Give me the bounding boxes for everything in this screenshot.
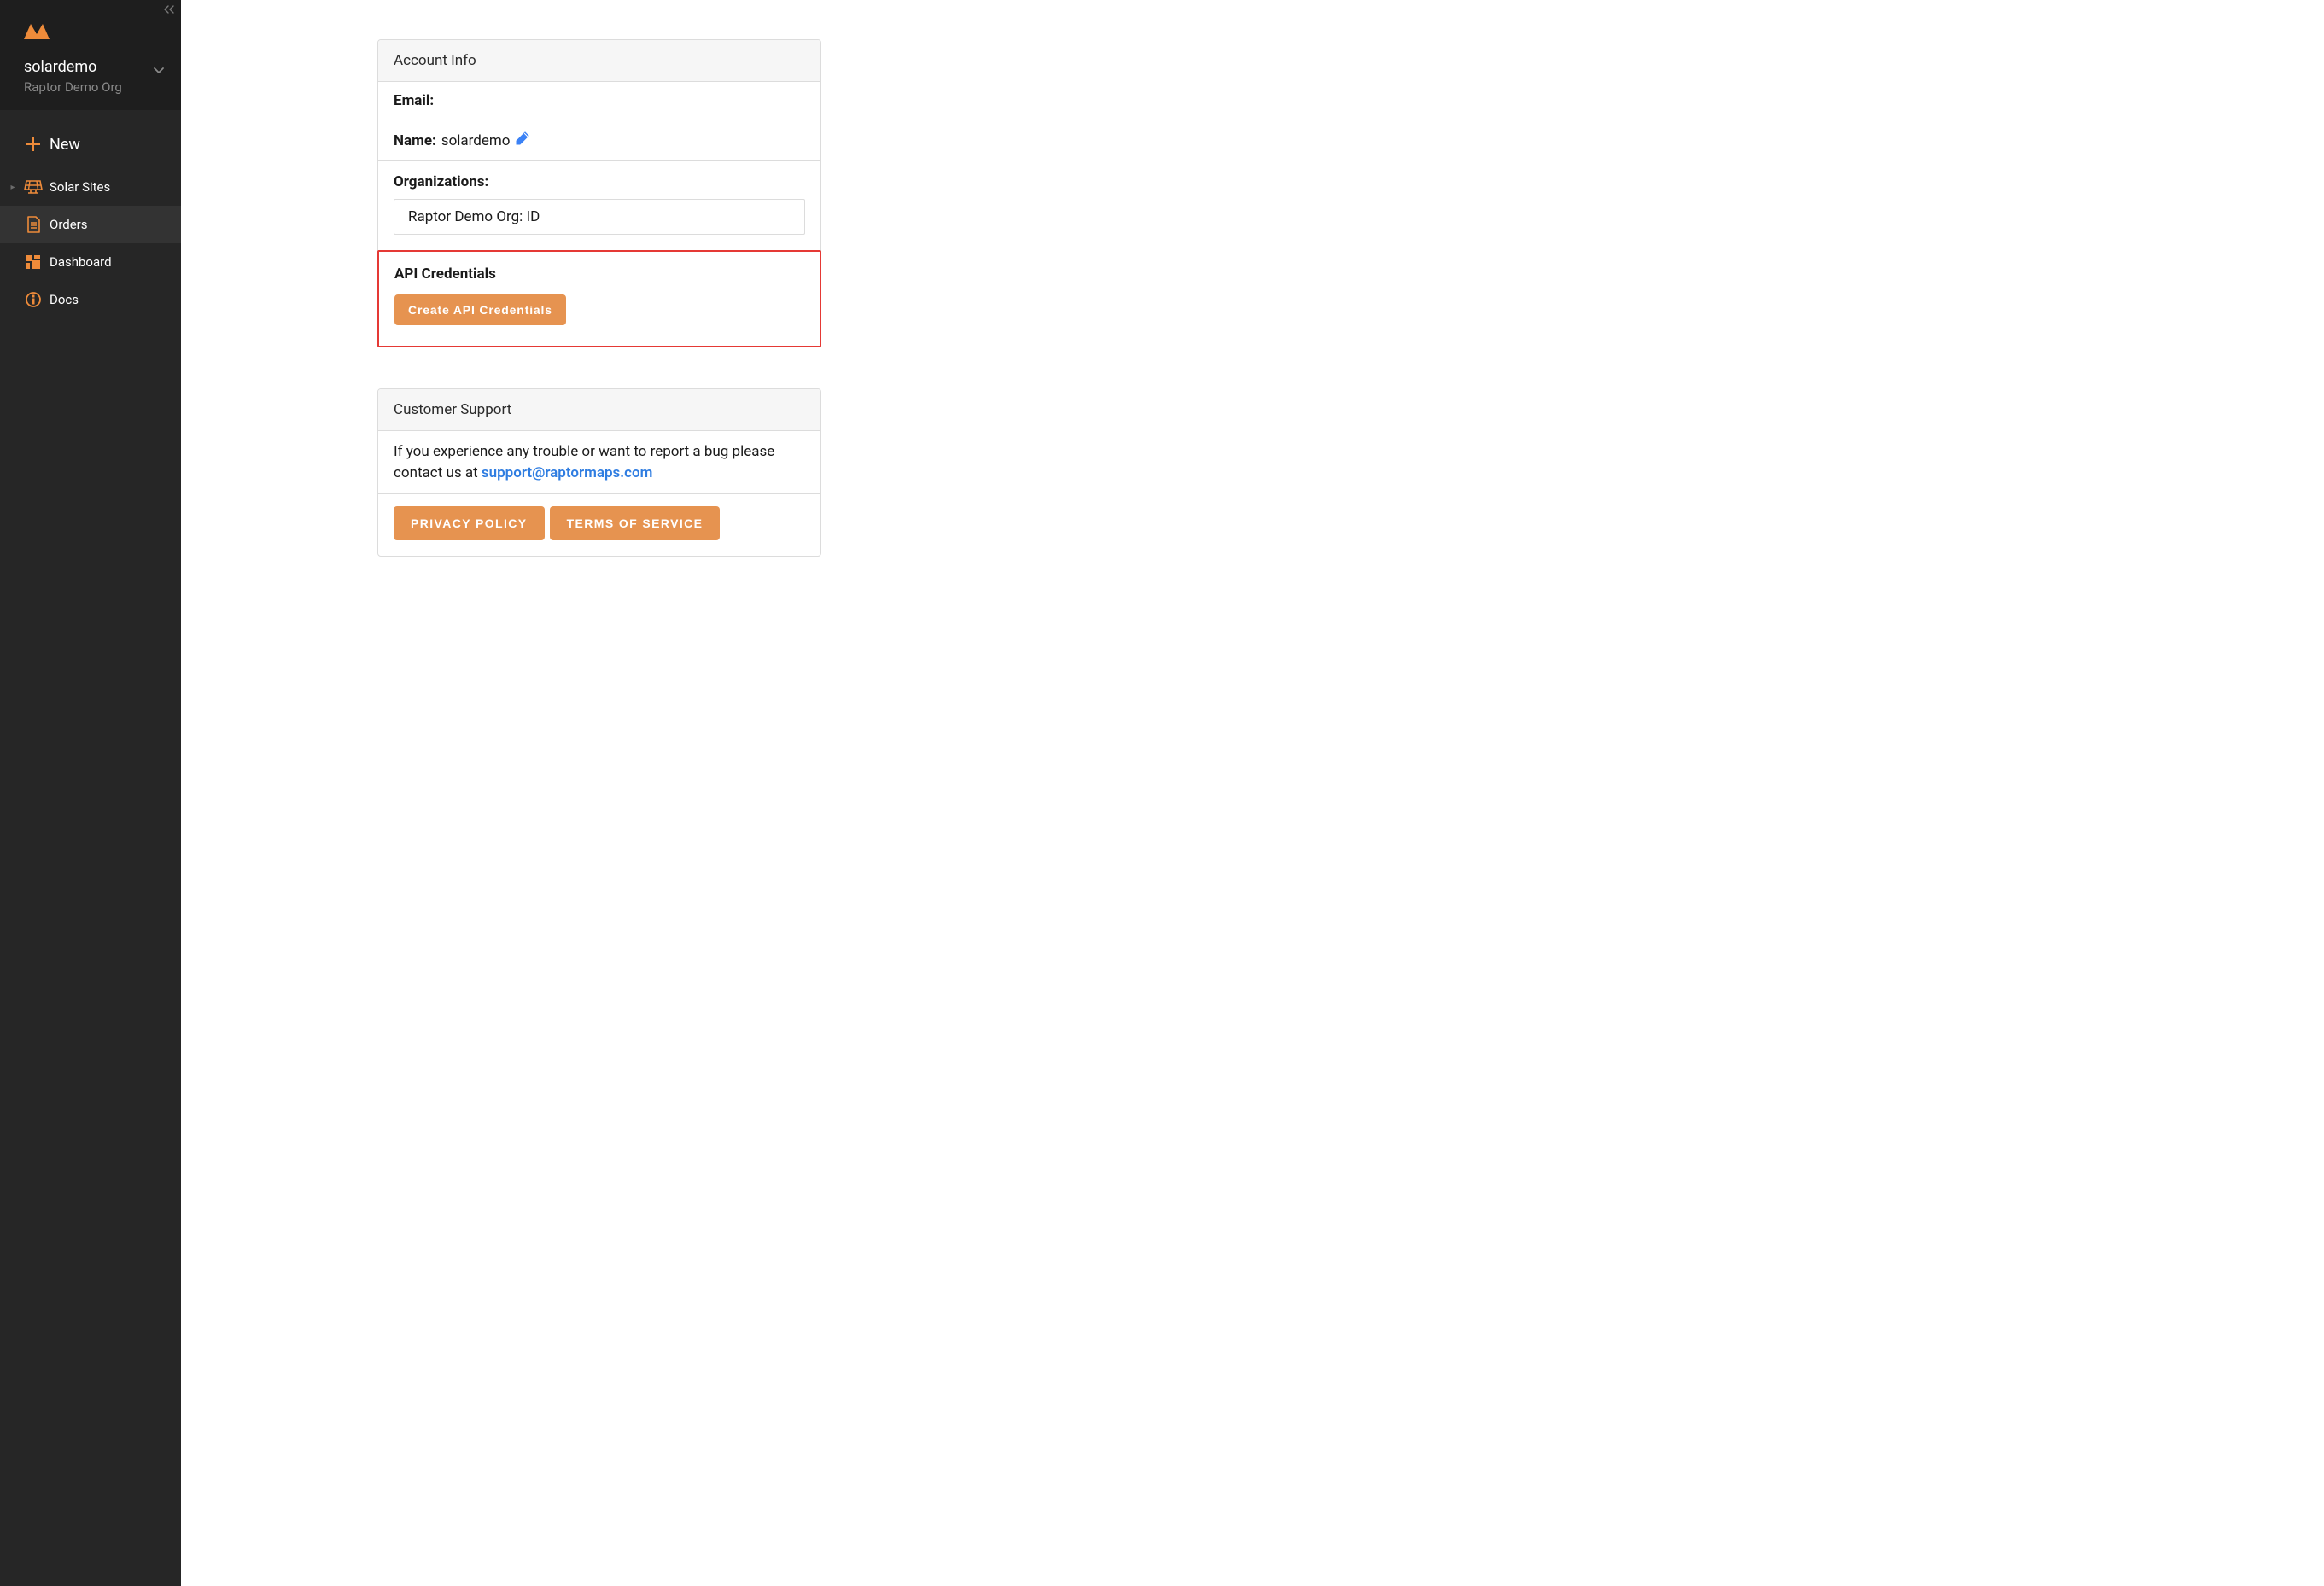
nav-item-orders[interactable]: Orders [0,206,181,243]
sidebar: solardemo Raptor Demo Org New ▸ [0,0,181,1586]
orgs-label: Organizations: [394,173,805,190]
org-switcher[interactable]: solardemo Raptor Demo Org [0,55,181,110]
api-credentials-highlight: API Credentials Create API Credentials [377,250,821,347]
nav-item-solar-sites[interactable]: ▸ Solar Sites [0,168,181,206]
support-text-row: If you experience any trouble or want to… [378,431,820,494]
card-header: Customer Support [378,389,820,431]
sidebar-collapse-icon[interactable] [164,5,174,16]
main-content: Account Info Email: Name: solardemo Orga… [181,0,2324,1586]
nav-item-dashboard[interactable]: Dashboard [0,243,181,281]
api-credentials-header: API Credentials [394,265,804,283]
button-label: Create API Credentials [408,303,552,317]
name-label: Name: [394,132,436,149]
sidebar-top: solardemo Raptor Demo Org [0,0,181,110]
button-label: TERMS OF SERVICE [567,516,704,530]
support-buttons-row: PRIVACY POLICY TERMS OF SERVICE [378,494,820,556]
account-name-row: Name: solardemo [378,120,820,161]
support-text: If you experience any trouble or want to… [394,441,805,483]
button-label: PRIVACY POLICY [411,516,528,530]
document-icon [17,216,50,233]
sidebar-nav: New ▸ Solar Sites Orders [0,110,181,318]
caret-right-icon: ▸ [9,183,17,192]
solar-panel-icon [17,179,50,195]
nav-item-docs[interactable]: Docs [0,281,181,318]
plus-icon [17,136,50,153]
nav-label: New [50,136,80,154]
create-api-credentials-button[interactable]: Create API Credentials [394,294,566,325]
org-entry: Raptor Demo Org: ID [394,199,805,235]
nav-item-new[interactable]: New [0,120,181,168]
account-info-card: Account Info Email: Name: solardemo Orga… [377,39,821,347]
account-email-row: Email: [378,82,820,120]
privacy-policy-button[interactable]: PRIVACY POLICY [394,506,545,540]
chevron-down-icon [152,63,166,80]
email-label: Email: [394,92,434,109]
edit-name-icon[interactable] [515,131,530,150]
card-header: Account Info [378,40,820,82]
nav-label: Solar Sites [50,179,110,195]
current-user: solardemo [24,58,122,76]
customer-support-card: Customer Support If you experience any t… [377,388,821,557]
current-org: Raptor Demo Org [24,79,122,95]
logo[interactable] [0,0,181,55]
info-circle-icon [17,291,50,308]
dashboard-icon [17,254,50,270]
nav-label: Dashboard [50,254,112,270]
terms-of-service-button[interactable]: TERMS OF SERVICE [550,506,721,540]
account-orgs-row: Organizations: Raptor Demo Org: ID [378,161,820,251]
logo-icon [22,20,51,41]
name-value: solardemo [441,132,511,149]
support-email-link[interactable]: support@raptormaps.com [482,464,653,481]
nav-label: Orders [50,217,88,232]
api-credentials-row: API Credentials Create API Credentials [379,252,820,346]
nav-label: Docs [50,292,79,307]
